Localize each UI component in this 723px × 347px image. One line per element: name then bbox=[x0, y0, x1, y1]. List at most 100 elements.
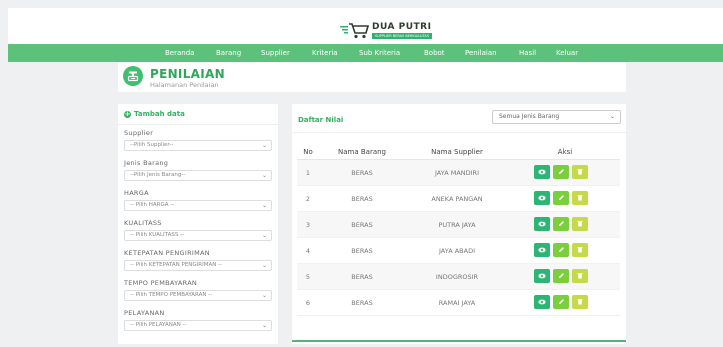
nav-item-bobot[interactable]: Bobot bbox=[424, 49, 445, 57]
chevron-down-icon: ⌄ bbox=[261, 202, 267, 209]
trash-icon bbox=[577, 246, 583, 255]
chevron-down-icon: ⌄ bbox=[261, 322, 267, 329]
delete-button[interactable] bbox=[572, 269, 588, 283]
view-button[interactable] bbox=[534, 191, 550, 205]
ketepatan-pengiriman-select[interactable]: -- Pilih KETEPATAN PENGIRIMAN -- ⌄ bbox=[124, 260, 272, 271]
row-actions bbox=[534, 217, 588, 231]
pencil-icon bbox=[558, 298, 565, 307]
scale-icon bbox=[123, 66, 143, 86]
cell-nama-barang: BERAS bbox=[351, 195, 373, 203]
brand-logo[interactable]: DUA PUTRI SUPPLIER BERAS BERKUALITAS bbox=[340, 19, 433, 41]
view-button[interactable] bbox=[534, 217, 550, 231]
table-row: 5 BERAS INDOGROSIR bbox=[297, 264, 620, 290]
ketepatan-pengiriman-label: KETEPATAN PENGIRIMAN bbox=[124, 249, 210, 257]
nav-item-sub-kriteria[interactable]: Sub Kriteria bbox=[359, 49, 400, 57]
cell-nama-supplier: JAYA ABADI bbox=[439, 247, 475, 255]
edit-button[interactable] bbox=[553, 191, 569, 205]
nav-item-hasil[interactable]: Hasil bbox=[519, 49, 536, 57]
cell-no: 6 bbox=[305, 299, 311, 307]
top-header: DUA PUTRI SUPPLIER BERAS BERKUALITAS bbox=[8, 8, 723, 44]
cell-no: 3 bbox=[305, 221, 311, 229]
supplier-label: Supplier bbox=[124, 129, 154, 137]
table-header: No Nama Barang Nama Supplier Aksi bbox=[297, 144, 620, 160]
kualitas-select[interactable]: -- Pilih KUALITASS -- ⌄ bbox=[124, 230, 272, 241]
row-actions bbox=[534, 165, 588, 179]
harga-label: HARGA bbox=[124, 189, 149, 197]
column-header-no: No bbox=[303, 148, 313, 156]
pencil-icon bbox=[558, 194, 565, 203]
nav-item-supplier[interactable]: Supplier bbox=[261, 49, 290, 57]
tempo-pembayaran-select-value: -- Pilih TEMPO PEMBAYARAN -- bbox=[130, 292, 213, 298]
eye-icon bbox=[538, 168, 546, 177]
delete-button[interactable] bbox=[572, 217, 588, 231]
score-list-title: Daftar Nilai bbox=[298, 116, 344, 124]
brand-tagline: SUPPLIER BERAS BERKUALITAS bbox=[372, 32, 433, 39]
column-header-nama-supplier: Nama Supplier bbox=[431, 148, 483, 156]
table-row: 2 BERAS ANEKA PANGAN bbox=[297, 186, 620, 212]
page-header: PENILAIAN Halamanan Penilaian bbox=[118, 62, 626, 92]
form-heading[interactable]: + Tambah data bbox=[124, 110, 185, 118]
column-header-aksi: Aksi bbox=[557, 148, 573, 156]
table-row: 6 BERAS RAMAI JAYA bbox=[297, 290, 620, 316]
add-data-form: + Tambah data Supplier --Pilih Supplier-… bbox=[118, 104, 278, 344]
trash-icon bbox=[577, 220, 583, 229]
chevron-down-icon: ⌄ bbox=[261, 262, 267, 269]
score-table: No Nama Barang Nama Supplier Aksi 1 BERAS… bbox=[297, 144, 620, 316]
chevron-down-icon: ⌄ bbox=[261, 172, 267, 179]
divider bbox=[118, 124, 278, 125]
view-button[interactable] bbox=[534, 269, 550, 283]
chevron-down-icon: ⌄ bbox=[261, 232, 267, 239]
cell-nama-supplier: INDOGROSIR bbox=[435, 273, 479, 281]
main-nav: Beranda Barang Supplier Kriteria Sub Kri… bbox=[8, 44, 723, 62]
nav-item-penilaian[interactable]: Penilaian bbox=[465, 49, 497, 57]
cell-nama-barang: BERAS bbox=[351, 221, 373, 229]
eye-icon bbox=[538, 272, 546, 281]
ketepatan-pengiriman-select-value: -- Pilih KETEPATAN PENGIRIMAN -- bbox=[130, 262, 223, 268]
footer-accent-line bbox=[292, 340, 626, 342]
chevron-down-icon: ⌄ bbox=[261, 142, 267, 149]
view-button[interactable] bbox=[534, 295, 550, 309]
nav-item-beranda[interactable]: Beranda bbox=[165, 49, 194, 57]
cell-nama-supplier: ANEKA PANGAN bbox=[431, 195, 483, 203]
edit-button[interactable] bbox=[553, 295, 569, 309]
view-button[interactable] bbox=[534, 165, 550, 179]
delete-button[interactable] bbox=[572, 191, 588, 205]
tempo-pembayaran-select[interactable]: -- Pilih TEMPO PEMBAYARAN -- ⌄ bbox=[124, 290, 272, 301]
kualitas-label: KUALITASS bbox=[124, 219, 162, 227]
edit-button[interactable] bbox=[553, 243, 569, 257]
pencil-icon bbox=[558, 246, 565, 255]
brand-name: DUA PUTRI bbox=[372, 21, 432, 32]
delete-button[interactable] bbox=[572, 295, 588, 309]
delete-button[interactable] bbox=[572, 165, 588, 179]
delete-button[interactable] bbox=[572, 243, 588, 257]
pelayanan-select[interactable]: -- Pilih PELAYANAN -- ⌄ bbox=[124, 320, 272, 331]
jenis-barang-label: Jenis Barang bbox=[124, 159, 169, 167]
item-type-filter-value: Semua Jenis Barang bbox=[499, 113, 560, 120]
chevron-down-icon: ⌄ bbox=[261, 292, 267, 299]
chevron-down-icon: ⌄ bbox=[609, 113, 615, 120]
kualitas-select-value: -- Pilih KUALITASS -- bbox=[130, 232, 185, 238]
page-subtitle: Halamanan Penilaian bbox=[150, 81, 219, 89]
table-row: 3 BERAS PUTRA JAYA bbox=[297, 212, 620, 238]
row-actions bbox=[534, 295, 588, 309]
eye-icon bbox=[538, 220, 546, 229]
pencil-icon bbox=[558, 220, 565, 229]
jenis-barang-select[interactable]: --Pilih Jenis Barang-- ⌄ bbox=[124, 170, 272, 181]
divider bbox=[292, 132, 626, 133]
view-button[interactable] bbox=[534, 243, 550, 257]
table-row: 1 BERAS JAYA MANDIRI bbox=[297, 160, 620, 186]
edit-button[interactable] bbox=[553, 217, 569, 231]
harga-select[interactable]: -- Pilih HARGA -- ⌄ bbox=[124, 200, 272, 211]
item-type-filter-select[interactable]: Semua Jenis Barang ⌄ bbox=[492, 110, 621, 124]
nav-item-barang[interactable]: Barang bbox=[216, 49, 241, 57]
trash-icon bbox=[577, 272, 583, 281]
edit-button[interactable] bbox=[553, 269, 569, 283]
supplier-select-value: --Pilih Supplier-- bbox=[130, 142, 174, 148]
trash-icon bbox=[577, 168, 583, 177]
supplier-select[interactable]: --Pilih Supplier-- ⌄ bbox=[124, 140, 272, 151]
edit-button[interactable] bbox=[553, 165, 569, 179]
nav-item-keluar[interactable]: Keluar bbox=[556, 49, 578, 57]
nav-item-kriteria[interactable]: Kriteria bbox=[312, 49, 338, 57]
cell-nama-supplier: JAYA MANDIRI bbox=[435, 169, 479, 177]
eye-icon bbox=[538, 246, 546, 255]
